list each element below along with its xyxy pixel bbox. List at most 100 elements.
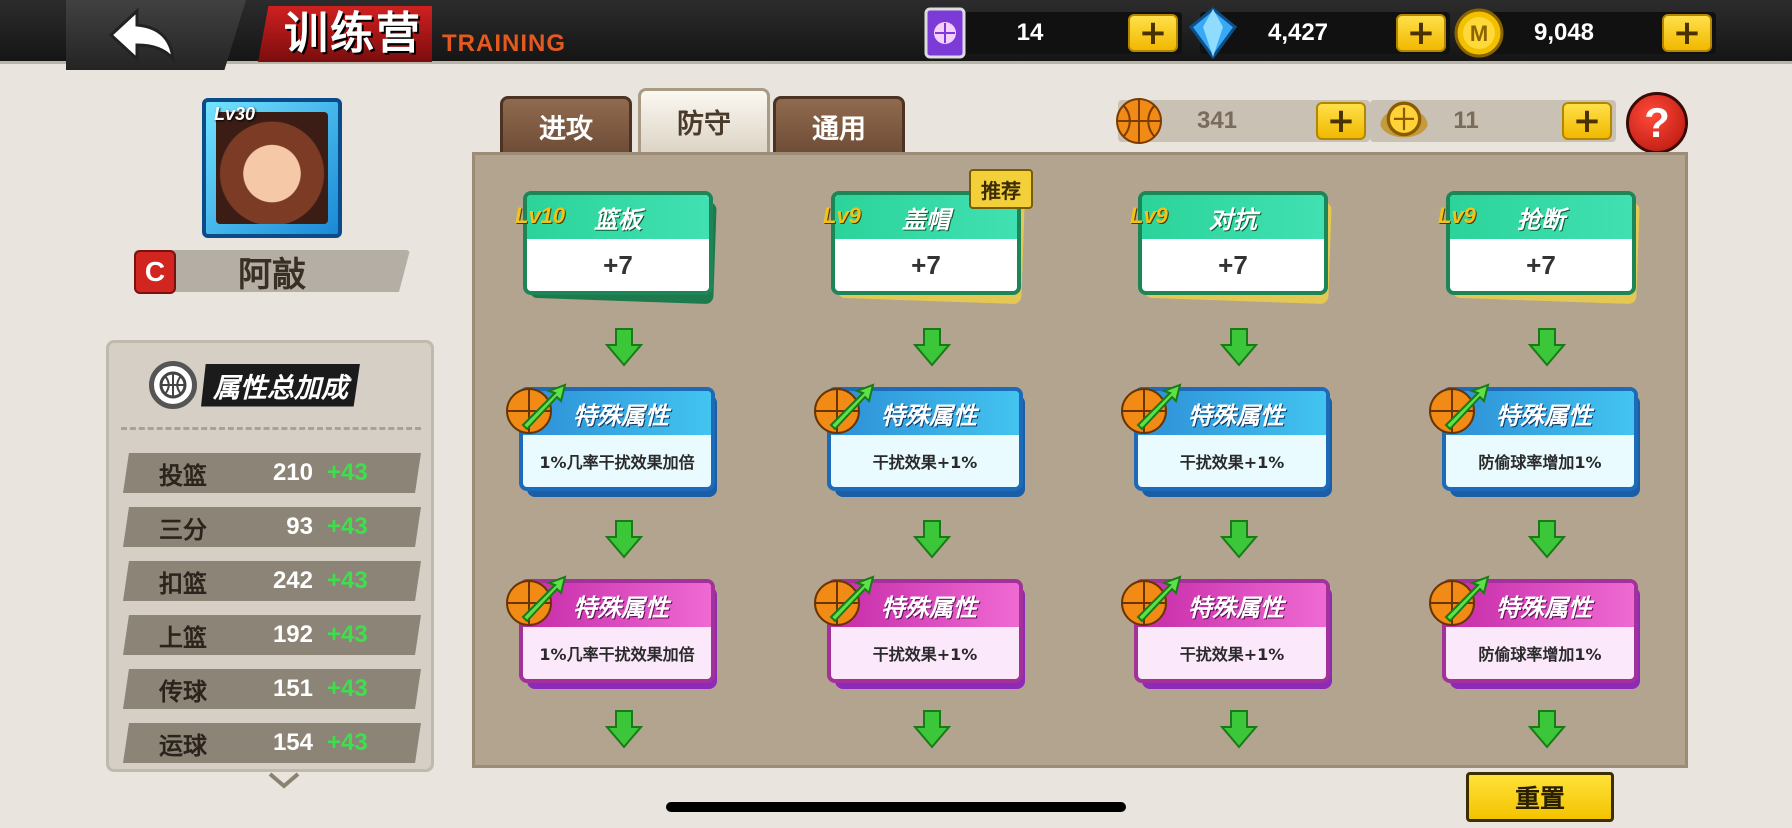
special-attr-card[interactable]: 特殊属性 干扰效果+1%	[1121, 575, 1332, 689]
currency-coins: M 9,048 +	[1454, 8, 1716, 58]
skill-card-contest[interactable]: 对抗 +7 Lv9	[1130, 191, 1332, 305]
basketball-arrow-icon	[506, 575, 567, 626]
attribute-value: 192	[272, 621, 313, 648]
skill-level: Lv9	[1438, 203, 1476, 228]
player-portrait-image	[216, 112, 328, 224]
attribute-bonus: +43	[327, 513, 368, 540]
attribute-bonus: +43	[327, 567, 368, 594]
arrow-down-icon	[913, 520, 951, 559]
special-attr-desc: 防偷球率增加1%	[1478, 645, 1602, 664]
attribute-bonus: +43	[327, 675, 368, 702]
skill-level: Lv9	[823, 203, 861, 228]
skill-bonus: +7	[1526, 249, 1556, 280]
skill-card-steal[interactable]: 抢断 +7 Lv9	[1438, 191, 1640, 305]
attribute-bonus-title: 属性总加成	[201, 363, 360, 407]
page-title-en: TRAINING	[442, 30, 566, 57]
skill-bonus: +7	[1218, 249, 1248, 280]
basketball-arrow-icon	[1429, 383, 1490, 434]
special-attr-desc: 1%几率干扰效果加倍	[539, 645, 695, 664]
add-medal-button[interactable]: +	[1562, 102, 1612, 140]
home-indicator[interactable]	[666, 802, 1126, 812]
attribute-bonus-header: 属性总加成	[149, 361, 399, 409]
attribute-name: 传球	[159, 677, 207, 706]
skill-level: Lv10	[515, 203, 566, 228]
tab-offense[interactable]: 进攻	[500, 96, 632, 154]
currency-diamonds: 4,427 +	[1188, 7, 1450, 59]
top-bar: 训练营 TRAINING 14 + 4,427 + M 9,048 +	[0, 0, 1792, 70]
training-panel: 篮板 +7 Lv10 特殊属性 1%几率干扰效果加倍 特殊属性 1%几率干扰效果…	[472, 152, 1688, 768]
arrow-down-icon	[1528, 520, 1566, 559]
skill-bonus: +7	[911, 249, 941, 280]
player-level: Lv30	[214, 104, 256, 124]
special-attr-desc: 干扰效果+1%	[872, 645, 978, 664]
currency-cards: 14 +	[924, 7, 1182, 59]
player-avatar[interactable]: Lv30	[202, 98, 342, 238]
basketball-emblem-icon	[149, 361, 197, 409]
attribute-name: 扣篮	[159, 569, 207, 598]
attribute-value: 210	[272, 459, 313, 486]
page-title-cn: 训练营	[258, 6, 432, 62]
attribute-row: 运球 154 +43	[123, 723, 421, 763]
add-diamonds-button[interactable]: +	[1396, 14, 1446, 52]
resource-basketball: 341 +	[1116, 98, 1370, 144]
divider	[121, 427, 421, 430]
attribute-bonus-panel: 属性总加成 投篮 210 +43 三分 93 +43 扣篮 242 +43 上篮…	[106, 340, 434, 772]
skill-level: Lv9	[1130, 203, 1168, 228]
tab-general[interactable]: 通用	[773, 96, 905, 154]
arrow-down-icon	[1528, 710, 1566, 749]
attribute-row: 三分 93 +43	[123, 507, 421, 547]
attribute-bonus: +43	[327, 621, 368, 648]
reset-button[interactable]: 重置	[1466, 772, 1614, 822]
special-attr-card[interactable]: 特殊属性 1%几率干扰效果加倍	[506, 383, 717, 497]
basketball-arrow-icon	[506, 383, 567, 434]
attribute-name: 投篮	[159, 461, 207, 490]
back-button[interactable]	[66, 0, 246, 70]
skill-card-rebound[interactable]: 篮板 +7 Lv10	[515, 191, 717, 305]
tab-label: 通用	[812, 114, 866, 145]
page-title: 训练营 TRAINING	[258, 2, 598, 62]
special-attr-card[interactable]: 特殊属性 防偷球率增加1%	[1429, 575, 1640, 689]
attribute-name: 运球	[159, 731, 207, 760]
help-button[interactable]: ?	[1626, 92, 1688, 154]
basketball-arrow-icon	[814, 383, 875, 434]
add-basketball-button[interactable]: +	[1316, 102, 1366, 140]
special-attr-desc: 防偷球率增加1%	[1478, 453, 1602, 472]
arrow-down-icon	[605, 710, 643, 749]
attribute-value: 242	[272, 567, 313, 594]
basketball-arrow-icon	[814, 575, 875, 626]
attribute-row: 投篮 210 +43	[123, 453, 421, 493]
chevron-down-icon[interactable]	[266, 770, 302, 792]
tab-defense[interactable]: 防守	[638, 88, 770, 152]
attribute-value: 154	[272, 729, 313, 756]
arrow-down-icon	[1220, 520, 1258, 559]
skill-name: 对抗	[1142, 195, 1324, 239]
basketball-arrow-icon	[1121, 383, 1182, 434]
attribute-name: 三分	[159, 515, 207, 544]
medal-icon	[1380, 101, 1428, 138]
special-attr-card[interactable]: 特殊属性 干扰效果+1%	[814, 383, 1025, 497]
recommend-tag: 推荐	[969, 169, 1033, 209]
basketball-arrow-icon	[1121, 575, 1182, 626]
arrow-down-icon	[1528, 328, 1566, 367]
attribute-bonus: +43	[327, 459, 368, 486]
attribute-name: 上篮	[159, 623, 207, 652]
tab-label: 进攻	[539, 114, 593, 145]
basketball-icon	[1116, 98, 1162, 144]
special-attr-card[interactable]: 特殊属性 干扰效果+1%	[814, 575, 1025, 689]
add-coins-button[interactable]: +	[1662, 14, 1712, 52]
attribute-value: 151	[272, 675, 313, 702]
skill-name: 抢断	[1450, 195, 1632, 239]
back-arrow-icon	[108, 7, 175, 63]
special-attr-card[interactable]: 特殊属性 1%几率干扰效果加倍	[506, 575, 717, 689]
tab-label: 防守	[677, 109, 731, 140]
special-attr-card[interactable]: 特殊属性 防偷球率增加1%	[1429, 383, 1640, 497]
coin-icon: M	[1452, 6, 1506, 60]
add-cards-button[interactable]: +	[1128, 14, 1178, 52]
special-attr-desc: 干扰效果+1%	[872, 453, 978, 472]
attribute-row: 上篮 192 +43	[123, 615, 421, 655]
special-attr-desc: 干扰效果+1%	[1179, 453, 1285, 472]
special-attr-card[interactable]: 特殊属性 干扰效果+1%	[1121, 383, 1332, 497]
attribute-value: 93	[286, 513, 313, 540]
svg-text:M: M	[1470, 21, 1488, 46]
attribute-row: 传球 151 +43	[123, 669, 421, 709]
